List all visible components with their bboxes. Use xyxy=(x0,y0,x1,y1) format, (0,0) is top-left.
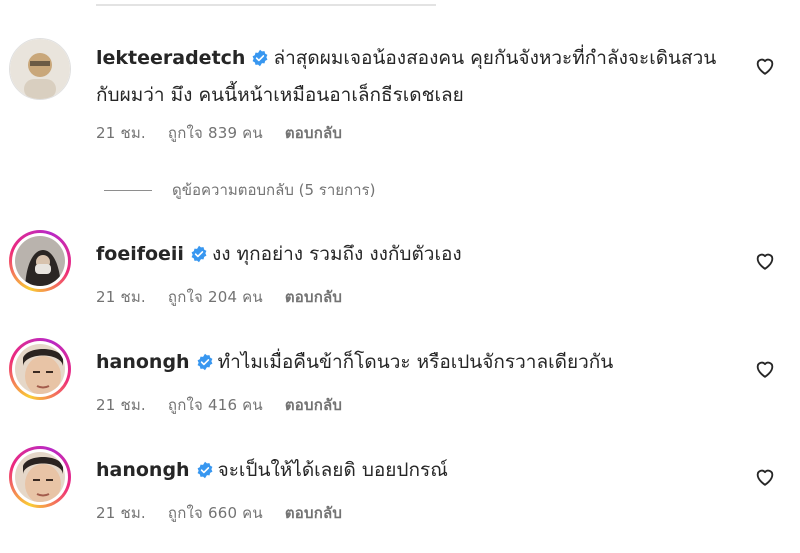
reply-button[interactable]: ตอบกลับ xyxy=(285,396,342,414)
comment-text: งง ทุกอย่าง รวมถึง งงกับตัวเอง xyxy=(211,243,462,265)
username-link[interactable]: foeifoeii xyxy=(96,243,184,265)
avatar[interactable] xyxy=(9,338,71,400)
comment-meta: 21 ชม. ถูกใจ 204 คน ตอบกลับ xyxy=(96,285,364,309)
heart-outline-icon[interactable] xyxy=(754,55,776,77)
reply-button[interactable]: ตอบกลับ xyxy=(285,504,342,522)
username-link[interactable]: hanongh xyxy=(96,351,190,373)
verified-badge-icon xyxy=(196,456,214,490)
comment-time[interactable]: 21 ชม. xyxy=(96,288,146,306)
verified-badge-icon xyxy=(251,44,269,78)
comment-time[interactable]: 21 ชม. xyxy=(96,504,146,522)
heart-outline-icon[interactable] xyxy=(754,466,776,488)
view-replies-button[interactable]: ดูข้อความตอบกลับ (5 รายการ) xyxy=(104,178,375,202)
avatar[interactable] xyxy=(9,38,71,100)
reply-button[interactable]: ตอบกลับ xyxy=(285,288,342,306)
comment-time[interactable]: 21 ชม. xyxy=(96,124,146,142)
comment-body: hanongh จะเป็นให้ได้เลยดิ บอยปกรณ์ xyxy=(96,453,736,490)
reply-button[interactable]: ตอบกลับ xyxy=(285,124,342,142)
comment-body: foeifoeii งง ทุกอย่าง รวมถึง งงกับตัวเอง xyxy=(96,237,736,274)
comment-time[interactable]: 21 ชม. xyxy=(96,396,146,414)
comment-text: จะเป็นให้ได้เลยดิ บอยปกรณ์ xyxy=(217,459,448,481)
username-link[interactable]: hanongh xyxy=(96,459,190,481)
like-count[interactable]: ถูกใจ 204 คน xyxy=(168,288,263,306)
avatar[interactable] xyxy=(9,446,71,508)
username-link[interactable]: lekteeradetch xyxy=(96,47,245,69)
heart-outline-icon[interactable] xyxy=(754,250,776,272)
comment-meta: 21 ชม. ถูกใจ 839 คน ตอบกลับ xyxy=(96,121,364,145)
comment-body: lekteeradetch ล่าสุดผมเจอน้องสองคน คุยกัน… xyxy=(96,41,736,112)
heart-outline-icon[interactable] xyxy=(754,358,776,380)
comment-body: hanongh ทำไมเมื่อคืนข้าก็โดนวะ หรือเปนจัก… xyxy=(96,345,736,382)
comment-meta: 21 ชม. ถูกใจ 660 คน ตอบกลับ xyxy=(96,501,364,525)
avatar[interactable] xyxy=(9,230,71,292)
like-count[interactable]: ถูกใจ 839 คน xyxy=(168,124,263,142)
comment-meta: 21 ชม. ถูกใจ 416 คน ตอบกลับ xyxy=(96,393,364,417)
like-count[interactable]: ถูกใจ 660 คน xyxy=(168,504,263,522)
divider xyxy=(104,189,152,191)
previous-comment-cutoff xyxy=(96,0,436,6)
like-count[interactable]: ถูกใจ 416 คน xyxy=(168,396,263,414)
verified-badge-icon xyxy=(190,240,208,274)
verified-badge-icon xyxy=(196,348,214,382)
view-replies-label: ดูข้อความตอบกลับ (5 รายการ) xyxy=(172,181,376,199)
comment-text: ทำไมเมื่อคืนข้าก็โดนวะ หรือเปนจักรวาลเดี… xyxy=(217,351,614,373)
